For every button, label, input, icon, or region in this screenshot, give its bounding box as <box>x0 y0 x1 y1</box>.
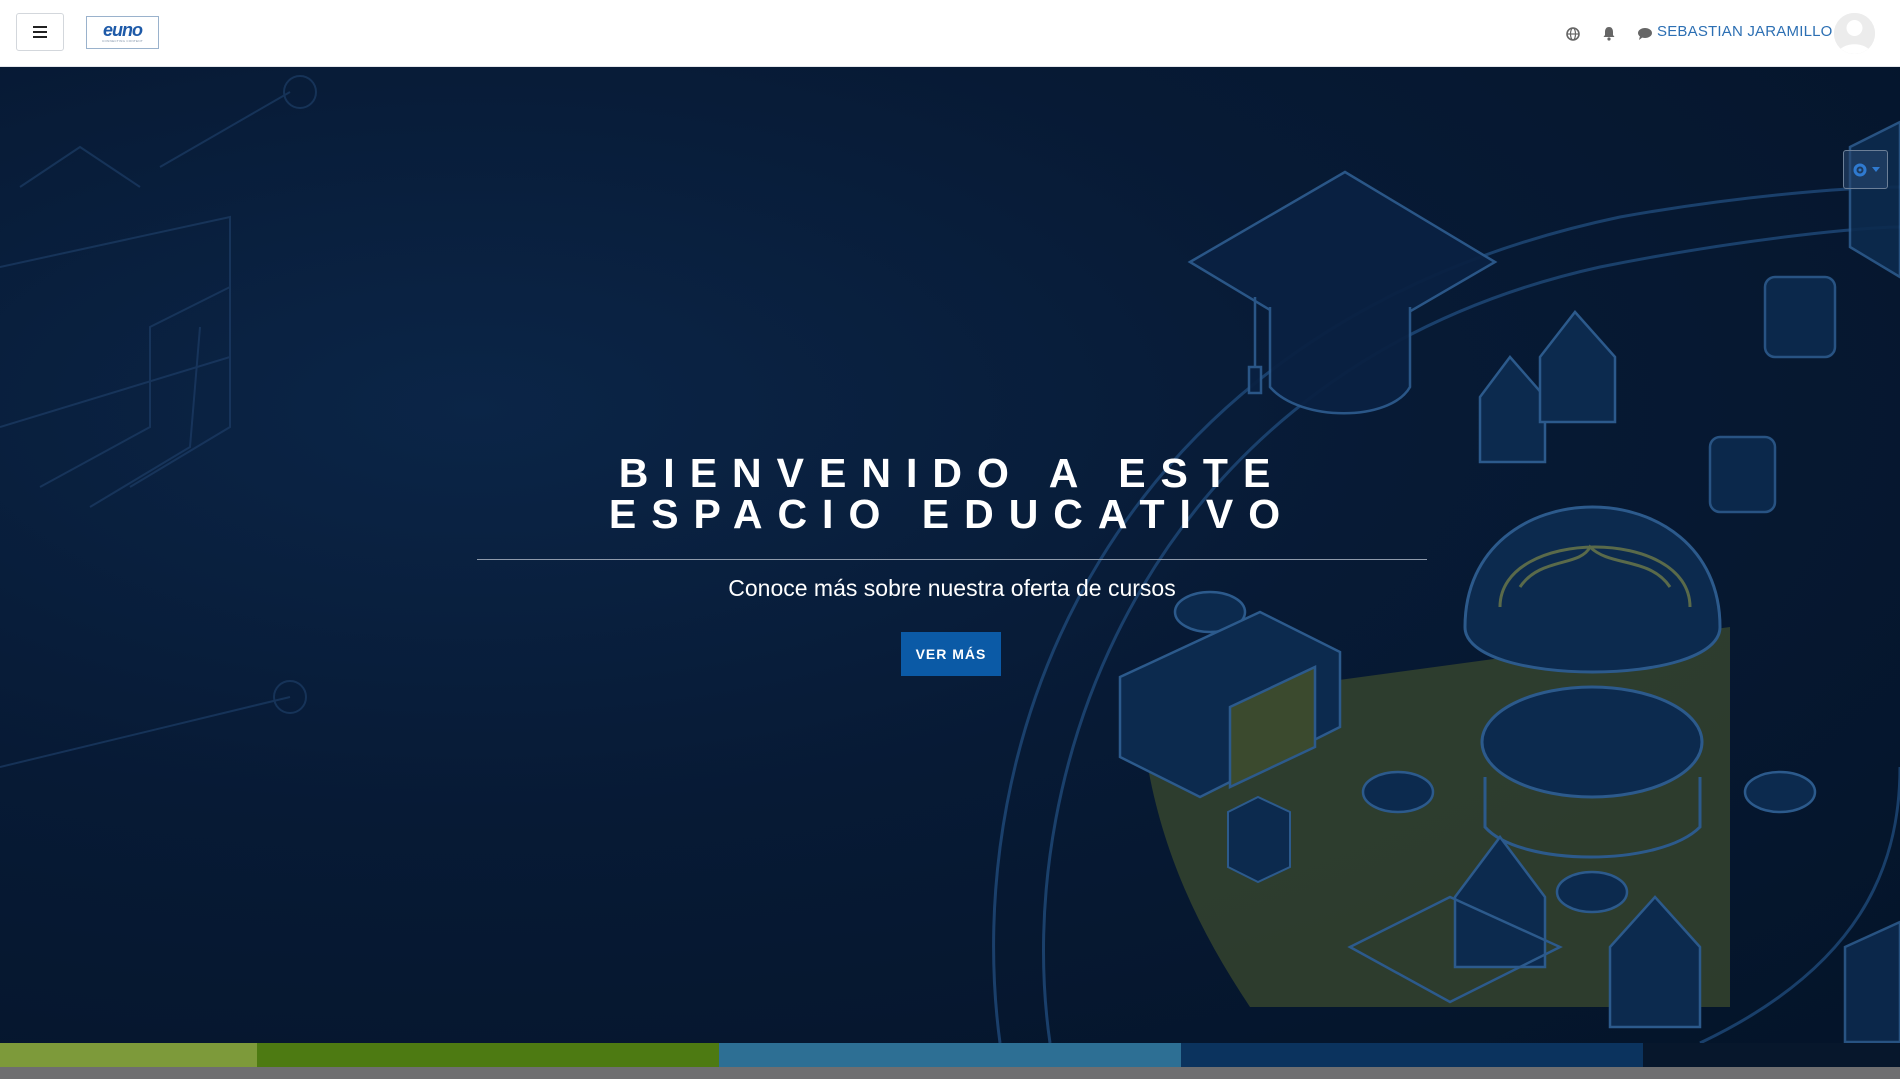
navbar-icons <box>1563 0 1655 67</box>
hamburger-menu-icon <box>33 26 47 38</box>
user-avatar[interactable] <box>1834 13 1875 54</box>
gear-icon <box>1853 163 1866 176</box>
logo-tagline: CONNECTING CONTENT <box>102 39 143 43</box>
hero-banner: BIENVENIDO A ESTE ESPACIO EDUCATIVO Cono… <box>0 67 1900 1043</box>
language-menu[interactable] <box>1563 24 1583 44</box>
messages-menu[interactable] <box>1635 24 1655 44</box>
globe-icon <box>1566 26 1580 41</box>
user-avatar-icon <box>1834 13 1875 54</box>
hero-divider <box>477 559 1427 560</box>
menu-toggle-button[interactable] <box>16 13 64 51</box>
color-band-segment <box>0 1043 257 1067</box>
color-band-segment <box>719 1043 1181 1067</box>
notifications-menu[interactable] <box>1599 24 1619 44</box>
bell-icon <box>1603 27 1615 41</box>
ver-mas-button[interactable]: VER MÁS <box>901 632 1001 676</box>
color-band-segment <box>1643 1043 1900 1067</box>
hero-title: BIENVENIDO A ESTE ESPACIO EDUCATIVO <box>608 450 1296 537</box>
footer-color-band <box>0 1043 1900 1067</box>
bottom-strip <box>0 1067 1900 1079</box>
site-logo[interactable]: euno CONNECTING CONTENT <box>86 16 159 49</box>
chat-bubble-icon <box>1638 27 1652 40</box>
color-band-segment <box>257 1043 719 1067</box>
top-navbar: euno CONNECTING CONTENT SEBASTIAN JARAMI… <box>0 0 1900 67</box>
user-menu-name[interactable]: SEBASTIAN JARAMILLO <box>1657 23 1833 40</box>
page-settings-button[interactable] <box>1843 150 1888 189</box>
hero-subtitle: Conoce más sobre nuestra oferta de curso… <box>728 575 1176 601</box>
color-band-segment <box>1181 1043 1643 1067</box>
logo-text: euno <box>103 20 143 40</box>
hero-background-illustration <box>0 75 1900 1043</box>
chevron-down-icon <box>1871 166 1880 172</box>
